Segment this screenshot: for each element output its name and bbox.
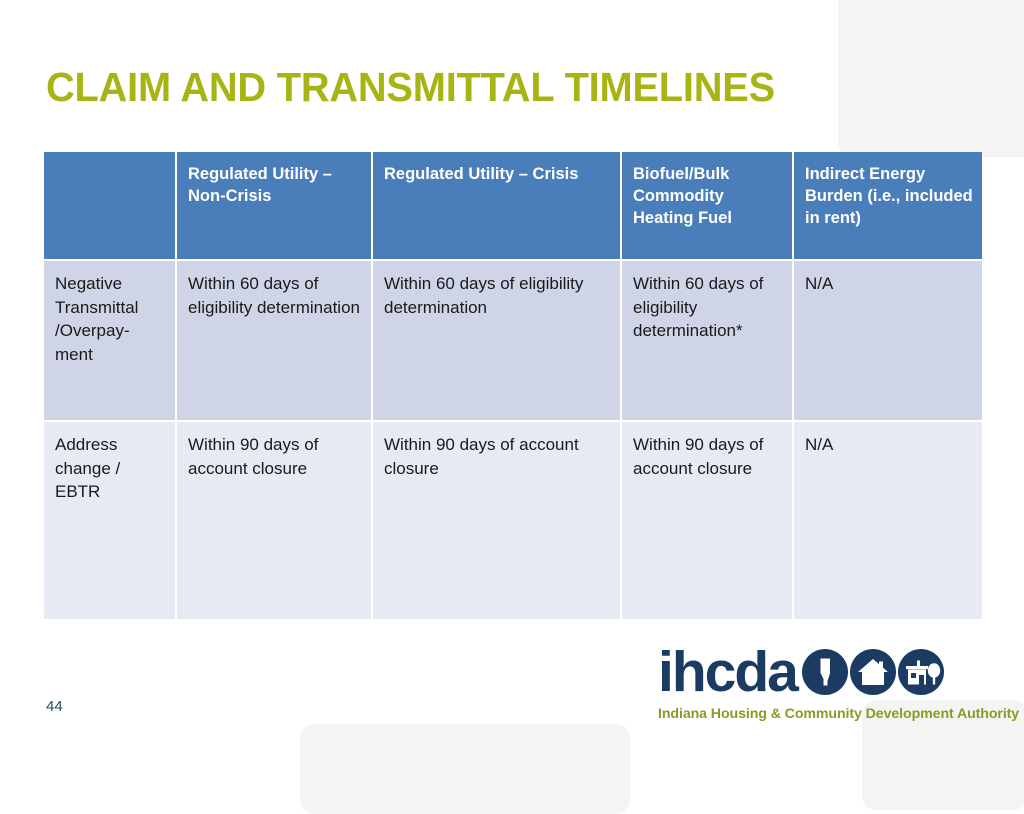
house-icon bbox=[849, 648, 897, 696]
logo-icon-group bbox=[801, 648, 945, 696]
cell-negative-transmittal-regulated-non-crisis: Within 60 days of eligibility determinat… bbox=[177, 261, 371, 420]
table-header: Regulated Utility – Non-Crisis Regulated… bbox=[44, 152, 982, 259]
logo-tagline: Indiana Housing & Community Development … bbox=[658, 706, 1020, 722]
row-label-address-change-ebtr: Address change / EBTR bbox=[44, 422, 175, 619]
watermark-block-top-right bbox=[838, 0, 1024, 157]
column-header-regulated-utility-crisis: Regulated Utility – Crisis bbox=[373, 152, 620, 259]
column-header-indirect-energy-burden: Indirect Energy Burden (i.e., included i… bbox=[794, 152, 982, 259]
cell-negative-transmittal-biofuel: Within 60 days of eligibility determinat… bbox=[622, 261, 792, 420]
table-row: Negative Transmittal /Overpay-ment Withi… bbox=[44, 261, 982, 420]
cell-address-change-regulated-crisis: Within 90 days of account closure bbox=[373, 422, 620, 619]
cell-negative-transmittal-regulated-crisis: Within 60 days of eligibility determinat… bbox=[373, 261, 620, 420]
ihcda-logo: ihcda Indiana Housing & Community Develo… bbox=[658, 640, 1020, 723]
indiana-state-icon bbox=[801, 648, 849, 696]
table-row: Address change / EBTR Within 90 days of … bbox=[44, 422, 982, 619]
column-header-regulated-utility-non-crisis: Regulated Utility – Non-Crisis bbox=[177, 152, 371, 259]
page-title: CLAIM AND TRANSMITTAL TIMELINES bbox=[46, 64, 775, 110]
cell-address-change-biofuel: Within 90 days of account closure bbox=[622, 422, 792, 619]
slide-page-number: 44 bbox=[46, 698, 63, 715]
table-body: Negative Transmittal /Overpay-ment Withi… bbox=[44, 261, 982, 619]
logo-wordmark-text: ihcda bbox=[658, 640, 799, 704]
row-label-negative-transmittal-overpayment: Negative Transmittal /Overpay-ment bbox=[44, 261, 175, 420]
watermark-block-bottom-left bbox=[300, 724, 630, 814]
storefront-icon bbox=[897, 648, 945, 696]
logo-wordmark-row: ihcda bbox=[658, 640, 978, 704]
cell-address-change-regulated-non-crisis: Within 90 days of account closure bbox=[177, 422, 371, 619]
cell-negative-transmittal-indirect: N/A bbox=[794, 261, 982, 420]
timelines-table-container: Regulated Utility – Non-Crisis Regulated… bbox=[42, 150, 982, 621]
table-header-row: Regulated Utility – Non-Crisis Regulated… bbox=[44, 152, 982, 259]
claim-transmittal-timelines-table: Regulated Utility – Non-Crisis Regulated… bbox=[42, 150, 984, 621]
cell-address-change-indirect: N/A bbox=[794, 422, 982, 619]
column-header-rowlabel bbox=[44, 152, 175, 259]
column-header-biofuel-bulk-commodity-heating-fuel: Biofuel/Bulk Commodity Heating Fuel bbox=[622, 152, 792, 259]
